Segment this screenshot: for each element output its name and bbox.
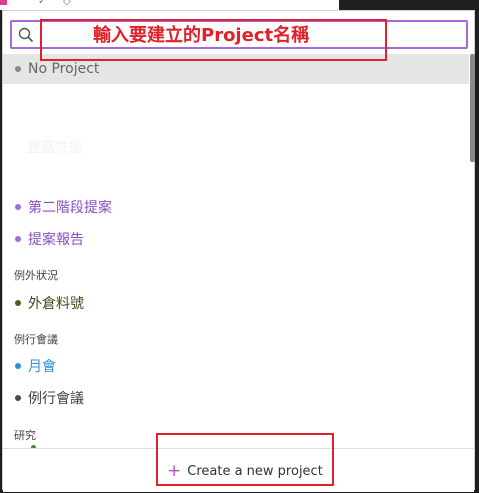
- project-color-dot: [15, 204, 21, 210]
- project-color-dot: [15, 236, 21, 242]
- app-accent-mark: [0, 0, 7, 5]
- project-label: 月會: [28, 359, 56, 375]
- project-label: No Project: [28, 61, 100, 77]
- project-picker-panel: No Project 豐富性能 第二階段提案 提案報告 例外狀況 外倉料號 例行…: [2, 10, 476, 492]
- check-icon: ✓: [38, 0, 47, 7]
- project-item-external-warehouse[interactable]: 外倉料號: [3, 289, 469, 317]
- window-top-strip: ✓ ◇: [0, 0, 479, 10]
- group-header-research: 研究: [14, 429, 36, 442]
- list-scrollbar[interactable]: [470, 54, 476, 449]
- project-item-proposal-report[interactable]: 提案報告: [3, 225, 469, 253]
- project-item-phase-two-proposal[interactable]: 第二階段提案: [3, 193, 469, 221]
- annotation-box-create: [156, 433, 334, 486]
- project-color-dot: [15, 66, 21, 72]
- annotation-text-project-name: 輸入要建立的Project名稱: [93, 25, 310, 46]
- project-label: 第二階段提案: [28, 200, 112, 216]
- tag-icon: ◇: [63, 0, 71, 7]
- project-color-dot: [15, 395, 21, 401]
- group-header-exceptions: 例外狀況: [14, 269, 58, 282]
- faded-list-item: 豐富性能: [27, 140, 83, 156]
- project-label: 外倉料號: [28, 296, 84, 312]
- project-list: No Project 豐富性能 第二階段提案 提案報告 例外狀況 外倉料號 例行…: [3, 54, 469, 449]
- project-item-monthly-meeting[interactable]: 月會: [3, 352, 469, 380]
- scrollbar-thumb[interactable]: [470, 54, 475, 162]
- background-window: [339, 0, 479, 10]
- project-item-regular-meeting[interactable]: 例行會議: [3, 384, 469, 412]
- project-color-dot: [15, 363, 21, 369]
- group-header-regular-meetings: 例行會議: [14, 333, 58, 346]
- project-label: 例行會議: [28, 391, 84, 407]
- project-label: 提案報告: [28, 232, 84, 248]
- project-color-dot: [15, 300, 21, 306]
- search-icon: [18, 27, 34, 43]
